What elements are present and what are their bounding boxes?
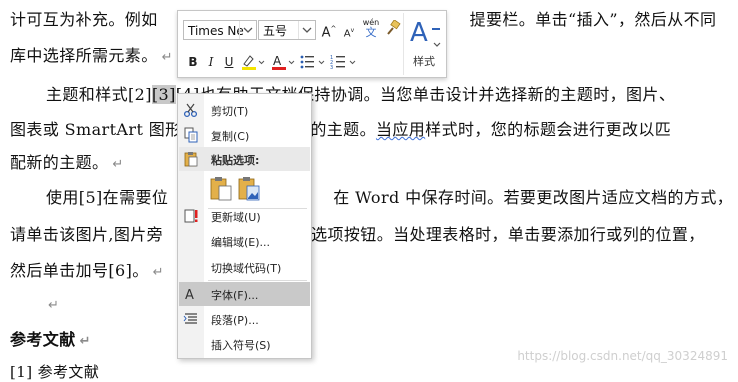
paragraph-icon [183, 313, 197, 324]
styles-label: 样式 [413, 55, 435, 68]
doc-text: 提要栏。单击“插入”，然后从不同 [469, 10, 717, 29]
phonetic-guide-button[interactable]: wén 文 [360, 18, 382, 38]
doc-text: 然后单击加号[6]。 [10, 261, 149, 280]
chevron-down-icon[interactable] [298, 21, 315, 39]
doc-text: 库中选择所需元素。 [10, 46, 158, 65]
menu-item-insert-symbol[interactable]: 插入符号(S) [179, 332, 310, 356]
font-color-button[interactable]: A [270, 53, 296, 71]
menu-separator [208, 280, 307, 281]
italic-button[interactable]: I [202, 53, 220, 71]
doc-text: 参考文献 [10, 330, 76, 349]
menu-item-label: 更新域(U) [211, 211, 261, 224]
paragraph-mark: ↵ [161, 50, 173, 65]
paste-text-only-icon [210, 177, 232, 201]
doc-text: 配新的主题。 [10, 153, 109, 172]
doc-text: 图表或 SmartArt 图形 [10, 120, 182, 139]
menu-item-label: 段落(P)... [211, 314, 259, 327]
bold-icon: B [188, 55, 198, 69]
grow-font-button[interactable]: A^ [320, 20, 338, 41]
reference-entry: [1] 参考文献 [10, 362, 99, 382]
bold-button[interactable]: B [184, 53, 202, 71]
context-menu: 剪切(T) 复制(C) 粘贴选项: 更新域(U) 编辑域(E)... 切换域代码… [177, 93, 312, 359]
doc-text: 样式时，您的标题会进行更改以匹 [425, 120, 672, 139]
watermark-text: https://blog.csdn.net/qq_30324891 [517, 349, 728, 363]
doc-line-5: 配新的主题。 ↵ [10, 153, 124, 175]
menu-section-paste-options: 粘贴选项: [179, 147, 310, 171]
scissors-icon [183, 103, 198, 118]
menu-item-label: 复制(C) [211, 130, 250, 143]
svg-text:A: A [273, 54, 282, 68]
doc-line-2: 库中选择所需元素。 ↵ [10, 46, 173, 68]
menu-item-label: 字体(F)... [211, 289, 259, 302]
menu-item-label: 剪切(T) [211, 105, 249, 118]
menu-item-update-field[interactable]: 更新域(U) [179, 204, 310, 228]
styles-button[interactable]: A 样式 [403, 13, 444, 75]
clipboard-icon [184, 152, 198, 167]
font-icon: A [185, 288, 194, 302]
paste-keep-text-only-button[interactable] [209, 176, 233, 202]
underline-button[interactable]: U [220, 53, 238, 71]
references-heading: 参考文献 ↵ [10, 330, 91, 352]
grammar-flag[interactable]: 当应用 [376, 120, 425, 139]
doc-line-4: 图表或 SmartArt 图形 的新的主题。当应用样式时，您的标题会进行更改以匹 [10, 120, 671, 140]
font-color-icon: A [272, 54, 295, 70]
font-size-combo[interactable]: 五号 [258, 20, 316, 40]
menu-item-cut[interactable]: 剪切(T) [179, 98, 310, 122]
doc-text: [1] 参考文献 [10, 363, 100, 381]
font-name-value: Times Ne [188, 24, 244, 38]
grow-font-icon: A [321, 25, 331, 41]
mini-toolbar: Times Ne 五号 A^ Av wén 文 B I U A 1 2 3 A … [177, 10, 447, 78]
doc-text: 计可互为补充。例如 [10, 10, 158, 29]
font-name-combo[interactable]: Times Ne [183, 20, 257, 40]
paste-picture-icon [238, 177, 260, 201]
chevron-down-icon[interactable] [239, 21, 256, 39]
doc-text: 请单击该图片,图片旁 [10, 225, 164, 244]
copy-icon [184, 127, 198, 143]
bullets-button[interactable] [299, 53, 327, 71]
menu-item-label: 编辑域(E)... [211, 236, 271, 249]
doc-line-6: 使用[5]在需要位 在 Word 中保存时间。若要更改图片适应文档的方式， [46, 188, 733, 208]
svg-text:3: 3 [330, 65, 333, 71]
paragraph-mark: ↵ [112, 157, 124, 172]
svg-text:A: A [185, 288, 194, 302]
menu-item-font[interactable]: A 字体(F)... [179, 282, 310, 306]
doc-text: 选项按钮。当处理表格时，单击要添加行或列的位置， [311, 225, 705, 244]
shrink-font-button[interactable]: Av [340, 22, 358, 40]
numbered-list-icon: 1 2 3 [330, 55, 356, 71]
menu-item-label: 切换域代码(T) [211, 262, 282, 275]
paragraph-mark: ↵ [79, 334, 91, 349]
highlighter-icon [242, 55, 265, 70]
font-size-value: 五号 [263, 24, 288, 38]
paragraph-mark: ↵ [152, 265, 164, 280]
menu-item-label: 插入符号(S) [211, 339, 271, 352]
numbering-button[interactable]: 1 2 3 [330, 53, 358, 71]
doc-text: 主题和样式[2] [46, 85, 152, 104]
italic-icon: I [208, 55, 214, 69]
menu-item-paragraph[interactable]: 段落(P)... [179, 307, 310, 331]
underline-icon: U [224, 55, 234, 69]
menu-item-label: 粘贴选项: [211, 154, 260, 167]
menu-item-toggle-field-codes[interactable]: 切换域代码(T) [179, 255, 310, 279]
format-painter-button[interactable] [384, 19, 402, 38]
paste-options-row [179, 173, 310, 205]
paste-picture-button[interactable] [237, 176, 261, 202]
doc-text: 在 Word 中保存时间。若要更改图片适应文档的方式， [333, 188, 734, 207]
menu-item-copy[interactable]: 复制(C) [179, 123, 310, 147]
styles-icon: A [410, 18, 441, 48]
doc-line-8: 然后单击加号[6]。 ↵ [10, 261, 164, 283]
doc-line-7: 请单击该图片,图片旁 选项按钮。当处理表格时，单击要添加行或列的位置， [10, 225, 705, 245]
format-painter-icon [387, 19, 401, 35]
menu-item-edit-field[interactable]: 编辑域(E)... [179, 229, 310, 253]
svg-text:A: A [410, 18, 428, 48]
doc-text: 使用[5]在需要位 [46, 188, 169, 207]
doc-line-3: 主题和样式[2][3][4]也有助于文档保持协调。当您单击设计并选择新的主题时，… [46, 85, 675, 105]
selected-field[interactable]: [3] [151, 85, 176, 104]
doc-line-empty: ↵ [44, 294, 59, 316]
bullet-list-icon [300, 55, 325, 69]
paragraph-mark: ↵ [48, 298, 60, 313]
update-field-icon [184, 209, 198, 223]
shrink-font-icon: A [343, 28, 351, 40]
highlight-button[interactable] [240, 53, 266, 71]
